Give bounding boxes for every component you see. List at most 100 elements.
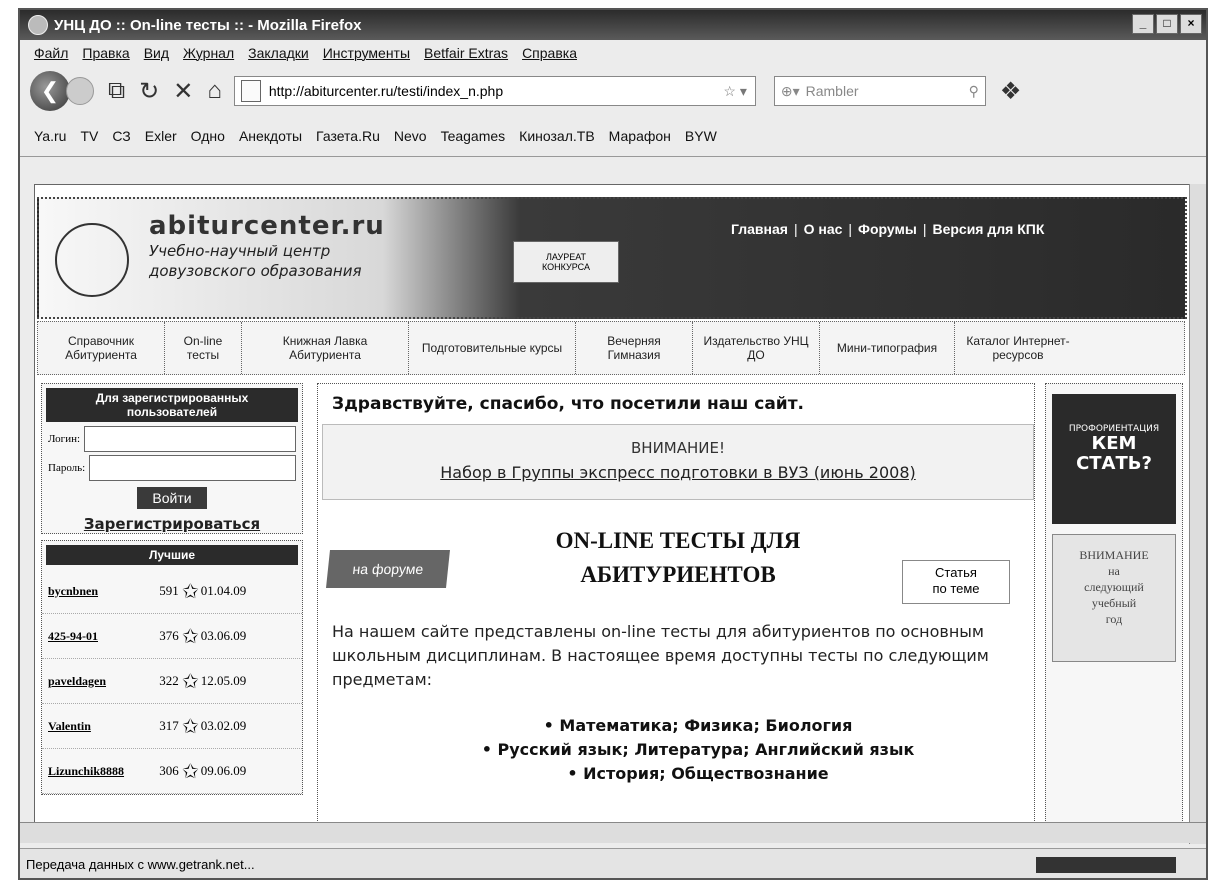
menu-help[interactable]: Справка: [522, 45, 577, 61]
best-row: paveldagen 322 ✩ 12.05.09: [42, 659, 302, 704]
search-box[interactable]: ⊕▾ Rambler ⚲: [773, 76, 986, 106]
bookmark-item[interactable]: Nevo: [394, 128, 427, 144]
notice-line: на: [1108, 564, 1120, 578]
best-user-count: 306: [159, 763, 179, 778]
menu-edit[interactable]: Правка: [82, 45, 129, 61]
minimize-button[interactable]: _: [1132, 14, 1154, 34]
bookmark-item[interactable]: Одно: [191, 128, 225, 144]
cat-online-tests[interactable]: On-line тесты: [165, 322, 242, 374]
search-engine-icon[interactable]: ⊕▾: [781, 83, 800, 100]
stop-icon[interactable]: ✕: [173, 77, 193, 106]
maximize-button[interactable]: □: [1156, 14, 1178, 34]
best-user-date: 01.04.09: [200, 583, 247, 598]
best-user-name[interactable]: bycnbnen: [48, 584, 158, 599]
menu-betfair[interactable]: Betfair Extras: [424, 45, 508, 61]
register-link[interactable]: Зарегистрироваться: [42, 515, 302, 533]
site-logo[interactable]: abiturcenter.ru Учебно-научный центр дов…: [149, 211, 385, 281]
bookmark-item[interactable]: Анекдоты: [239, 128, 302, 144]
bookmark-star-icon[interactable]: ☆ ▾: [723, 83, 746, 100]
bookmark-item[interactable]: Ya.ru: [34, 128, 66, 144]
site-header: abiturcenter.ru Учебно-научный центр дов…: [37, 197, 1187, 319]
best-user-date: 03.06.09: [200, 628, 247, 643]
login-label: Логин:: [48, 433, 81, 445]
bookmark-item[interactable]: Teagames: [441, 128, 506, 144]
navigation-toolbar: ❮ ⧉ ↻ ✕ ⌂ http://abiturcenter.ru/testi/i…: [20, 66, 1206, 116]
article-button[interactable]: Статья по теме: [902, 560, 1010, 604]
menu-view[interactable]: Вид: [144, 45, 169, 61]
forum-button[interactable]: на форуме: [326, 550, 450, 588]
notice-banner[interactable]: ВНИМАНИЕ на следующий учебный год: [1052, 534, 1176, 662]
password-input[interactable]: [89, 455, 296, 481]
close-button[interactable]: ×: [1180, 14, 1202, 34]
star-icon: ✩: [182, 625, 199, 648]
forward-button[interactable]: [66, 77, 94, 105]
banner-line-2: СТАТЬ?: [1076, 453, 1152, 474]
login-heading: Для зарегистрированных пользователей: [46, 388, 298, 422]
logo-subtitle-1: Учебно-научный центр: [149, 242, 331, 260]
left-column: Для зарегистрированных пользователей Лог…: [41, 383, 303, 823]
addon-icon[interactable]: ❖: [1000, 77, 1022, 106]
cat-catalog[interactable]: Каталог Интернет-ресурсов: [955, 322, 1081, 374]
cat-mini-print[interactable]: Мини-типография: [820, 322, 955, 374]
logo-title: abiturcenter.ru: [149, 211, 385, 241]
best-user-name[interactable]: 425-94-01: [48, 629, 158, 644]
bookmark-item[interactable]: BYW: [685, 128, 717, 144]
career-banner[interactable]: ПРОФОРИЕНТАЦИЯ КЕМ СТАТЬ?: [1052, 394, 1176, 524]
best-row: Valentin 317 ✩ 03.02.09: [42, 704, 302, 749]
menu-file[interactable]: Файл: [34, 45, 68, 61]
password-label: Пароль:: [48, 462, 86, 474]
page-icon: [240, 80, 261, 102]
subject-item: • Русский язык; Литература; Английский я…: [481, 740, 915, 759]
best-heading: Лучшие: [46, 545, 298, 565]
best-row: bycnbnen 591 ✩ 01.04.09: [42, 569, 302, 614]
nav-forums-link[interactable]: Форумы: [858, 221, 917, 237]
menu-tools[interactable]: Инструменты: [323, 45, 410, 61]
url-bar[interactable]: http://abiturcenter.ru/testi/index_n.php…: [233, 76, 756, 106]
nav-home-link[interactable]: Главная: [731, 221, 788, 237]
menu-history[interactable]: Журнал: [183, 45, 234, 61]
bookmark-item[interactable]: TV: [80, 128, 98, 144]
attention-link[interactable]: Набор в Группы экспресс подготовки в ВУЗ…: [323, 463, 1033, 482]
best-user-count: 317: [159, 718, 179, 733]
bookmark-item[interactable]: Марафон: [609, 128, 671, 144]
best-user-name[interactable]: paveldagen: [48, 674, 158, 689]
bookmark-item[interactable]: Газета.Ru: [316, 128, 380, 144]
bookmark-item[interactable]: Exler: [145, 128, 177, 144]
back-arrow-icon: ❮: [40, 78, 60, 103]
url-text: http://abiturcenter.ru/testi/index_n.php: [268, 83, 504, 99]
login-button[interactable]: Войти: [137, 487, 207, 509]
award-line-1: ЛАУРЕАТ: [545, 252, 587, 262]
cat-reference[interactable]: Справочник Абитуриента: [38, 322, 165, 374]
reload-icon[interactable]: ↻: [139, 77, 159, 106]
search-placeholder: Rambler: [805, 83, 859, 99]
tests-title-line-2: АБИТУРИЕНТОВ: [580, 562, 776, 587]
search-icon[interactable]: ⚲: [969, 83, 979, 100]
subject-text: Математика; Физика; Биология: [559, 716, 853, 735]
back-button[interactable]: ❮: [30, 71, 70, 111]
status-bar: Передача данных с www.getrank.net...: [20, 848, 1206, 878]
cat-courses[interactable]: Подготовительные курсы: [409, 322, 576, 374]
cat-bookstore[interactable]: Книжная Лавка Абитуриента: [242, 322, 409, 374]
cat-publishing[interactable]: Издательство УНЦ ДО: [693, 322, 820, 374]
nav-about-link[interactable]: О нас: [804, 221, 843, 237]
site-logo-icon[interactable]: [55, 223, 129, 297]
menu-bookmarks[interactable]: Закладки: [248, 45, 309, 61]
bookmark-item[interactable]: СЗ: [112, 128, 130, 144]
cat-evening-gymnasium[interactable]: Вечерняя Гимназия: [576, 322, 693, 374]
award-badge[interactable]: ЛАУРЕАТ КОНКУРСА: [513, 241, 619, 283]
best-user-name[interactable]: Lizunchik8888: [48, 764, 158, 779]
article-line-2: по теме: [932, 581, 980, 596]
login-input[interactable]: [84, 426, 296, 452]
home-icon[interactable]: ⌂: [207, 77, 222, 105]
right-column: ПРОФОРИЕНТАЦИЯ КЕМ СТАТЬ? ВНИМАНИЕ на сл…: [1045, 383, 1183, 823]
category-navigation: Справочник Абитуриента On-line тесты Кни…: [37, 321, 1185, 375]
bookmark-item[interactable]: Кинозал.ТВ: [519, 128, 595, 144]
best-user-count: 322: [159, 673, 179, 688]
best-user-date: 12.05.09: [200, 673, 247, 688]
best-user-name[interactable]: Valentin: [48, 719, 158, 734]
new-tab-icon[interactable]: ⧉: [108, 77, 125, 105]
horizontal-scrollbar[interactable]: [20, 822, 1206, 843]
star-icon: ✩: [182, 715, 199, 738]
nav-pda-link[interactable]: Версия для КПК: [932, 221, 1044, 237]
vertical-scrollbar[interactable]: [1189, 184, 1206, 844]
